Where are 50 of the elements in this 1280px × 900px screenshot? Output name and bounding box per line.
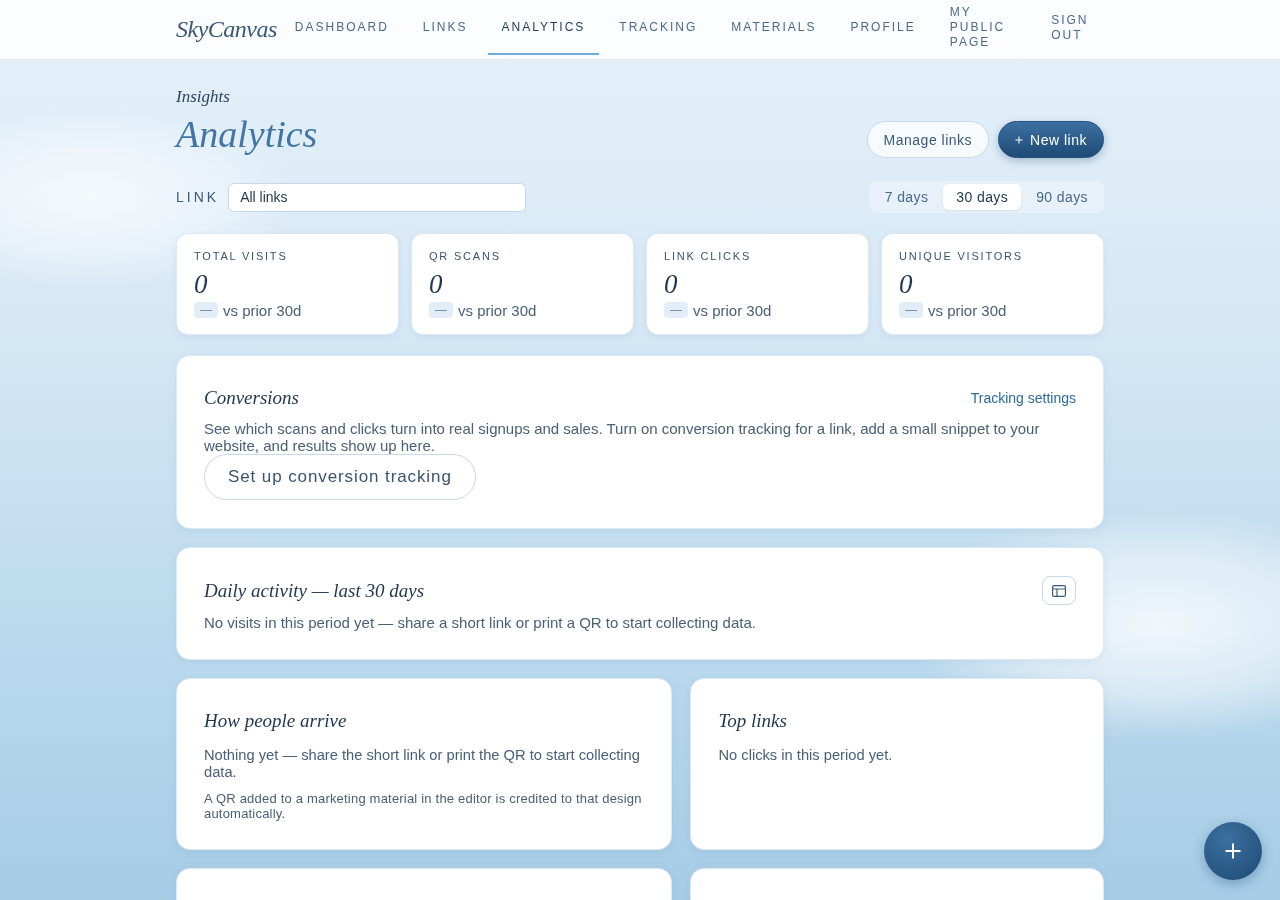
stat-label: UNIQUE VISITORS: [899, 249, 1023, 263]
plus-icon: [1225, 843, 1241, 859]
comparison-text: vs prior 30d: [223, 301, 302, 319]
note-text: A QR added to a marketing material in the editor is credited to that design automatically.: [204, 791, 643, 821]
stat-value: 0: [664, 269, 678, 299]
empty-state-text: No clicks in this period yet.: [718, 747, 894, 764]
page-title: Analytics: [176, 112, 318, 157]
stat-value: 0: [429, 269, 443, 299]
card-title: How people arrive: [204, 709, 348, 733]
delta-badge: —: [899, 302, 923, 318]
date-range-tab[interactable]: 90 days: [1023, 184, 1101, 210]
card-description: See which scans and clicks turn into real signups and sales. Turn on conversion tracking for a link, add a small snippet to your website, and results show up here.: [204, 420, 1041, 454]
new-link-button[interactable]: New link: [998, 121, 1104, 158]
comparison-text: vs prior 30d: [458, 301, 537, 319]
delta-badge: —: [429, 302, 453, 318]
date-range-tab[interactable]: 7 days: [871, 184, 942, 210]
empty-state-text: No visits in this period yet — share a short link or print a QR to start collecting data.: [204, 614, 757, 631]
table-view-button[interactable]: [1042, 576, 1076, 605]
nav-link[interactable]: PROFILE: [836, 0, 930, 55]
page-eyebrow: Insights: [176, 86, 230, 108]
card-title: Top links: [718, 709, 788, 733]
add-button[interactable]: [1204, 822, 1262, 880]
manage-links-button[interactable]: Manage links: [866, 121, 990, 158]
nav-link[interactable]: TRACKING: [605, 0, 712, 55]
plus-icon: [1015, 135, 1024, 144]
nav-link[interactable]: ANALYTICS: [487, 0, 600, 55]
tracking-settings-link[interactable]: Tracking settings: [970, 390, 1076, 406]
nav-link[interactable]: MY PUBLIC PAGE: [935, 0, 1032, 55]
comparison-text: vs prior 30d: [693, 301, 772, 319]
stat-label: TOTAL VISITS: [194, 249, 288, 263]
setup-tracking-button[interactable]: Set up conversion tracking: [204, 454, 476, 500]
nav-link[interactable]: MATERIALS: [717, 0, 831, 55]
table-icon: [1052, 584, 1066, 597]
nav-link[interactable]: SIGN OUT: [1037, 0, 1104, 55]
delta-badge: —: [194, 302, 218, 318]
stat-label: QR SCANS: [429, 249, 501, 263]
stat-value: 0: [194, 269, 208, 299]
nav-link[interactable]: LINKS: [408, 0, 482, 55]
link-select[interactable]: All links: [228, 182, 527, 212]
stat-value: 0: [899, 269, 913, 299]
delta-badge: —: [664, 302, 688, 318]
card-title: Conversions: [204, 386, 299, 410]
comparison-text: vs prior 30d: [928, 301, 1007, 319]
nav-link[interactable]: DASHBOARD: [280, 0, 403, 55]
stat-label: LINK CLICKS: [664, 249, 752, 263]
link-filter-label: LINK: [176, 189, 220, 205]
date-range-tab[interactable]: 30 days: [943, 184, 1022, 210]
logo[interactable]: SkyCanvas: [176, 16, 277, 43]
card-title: Daily activity — last 30 days: [204, 578, 425, 603]
empty-state-text: Nothing yet — share the short link or print the QR to start collecting data.: [204, 747, 641, 781]
